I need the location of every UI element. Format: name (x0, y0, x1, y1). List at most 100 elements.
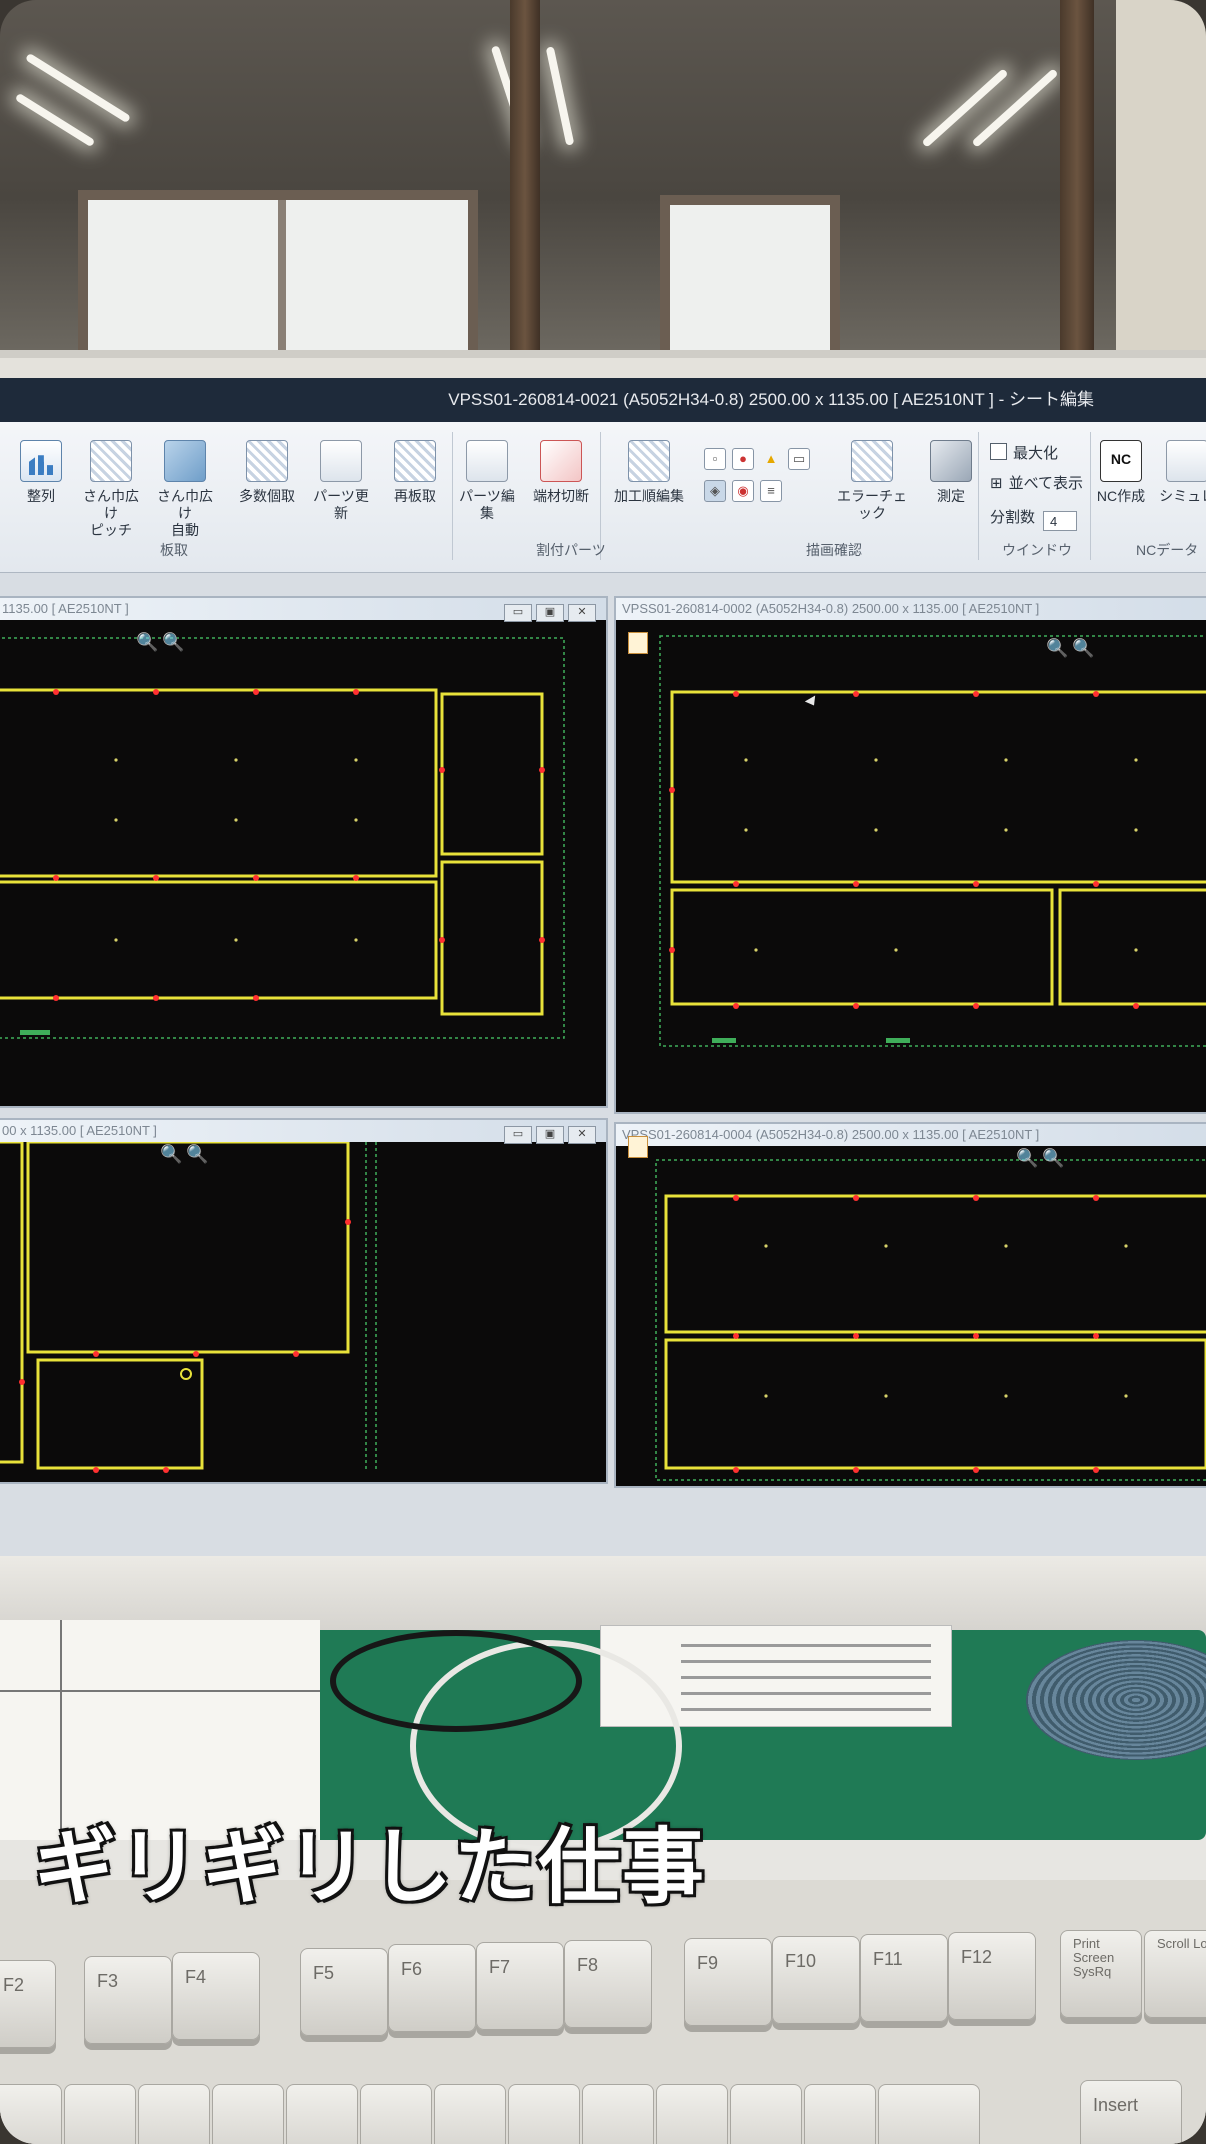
key-f10[interactable]: F10 (772, 1936, 860, 2024)
list-icon[interactable]: ≡ (760, 480, 782, 502)
pane-window-buttons: ▭ ▣ ✕ (500, 600, 596, 622)
cad-canvas[interactable] (616, 1146, 1206, 1486)
key-f11[interactable]: F11 (860, 1934, 948, 2022)
keyboard-key[interactable] (360, 2084, 432, 2144)
key-label: F7 (489, 1957, 511, 1977)
nesting-drawing (659, 635, 1206, 1047)
key-f8[interactable]: F8 (564, 1940, 652, 2028)
key-label: F2 (3, 1975, 25, 1995)
simulate-icon (1166, 440, 1206, 482)
key-label: F12 (961, 1947, 993, 1967)
group-label-nc: NCデータ (1136, 542, 1199, 558)
split-count-spinner[interactable]: 4 (1043, 511, 1078, 531)
error-check-label: エラーチェック (837, 488, 907, 521)
key-scroll-lock[interactable]: Scroll Lock (1144, 1930, 1206, 2018)
pane-titlebar: 1135.00 [ AE2510NT ] ▭ ▣ ✕ (0, 598, 606, 622)
error-check-icon (851, 440, 893, 482)
key-f9[interactable]: F9 (684, 1938, 772, 2026)
pane-title: VPSS01-260814-0002 (A5052H34-0.8) 2500.0… (622, 601, 1040, 616)
keyboard-key[interactable] (582, 2084, 654, 2144)
align-label: 整列 (27, 488, 55, 504)
key-f4[interactable]: F4 (172, 1952, 260, 2040)
zoom-out-icon[interactable]: 🔍 (186, 1144, 208, 1164)
pillar (510, 0, 540, 360)
nesting-drawing (655, 1159, 1206, 1481)
remnant-cut-label: 端材切断 (533, 488, 589, 504)
key-f7[interactable]: F7 (476, 1942, 564, 2030)
wall (1116, 0, 1206, 360)
parts-update-button[interactable]: パーツ更新 (310, 440, 372, 522)
keyboard-key[interactable] (508, 2084, 580, 2144)
keyboard-key[interactable] (64, 2084, 136, 2144)
error-check-button[interactable]: エラーチェック (832, 440, 912, 522)
measure-label: 測定 (937, 488, 965, 504)
pane-title: VPSS01-260814-0004 (A5052H34-0.8) 2500.0… (622, 1127, 1040, 1142)
keyboard-key[interactable] (138, 2084, 210, 2144)
cad-canvas[interactable] (0, 1142, 606, 1482)
measure-button[interactable]: 測定 (920, 440, 982, 505)
zoom-in-icon[interactable]: 🔍 🔍 (160, 1144, 209, 1165)
align-button[interactable]: 整列 (10, 440, 72, 505)
re-nest-label: 再板取 (394, 488, 436, 504)
sheet-pane[interactable]: 1135.00 [ AE2510NT ] ▭ ▣ ✕ 🔍 🔍 (0, 596, 608, 1108)
key-f12[interactable]: F12 (948, 1932, 1036, 2020)
cad-canvas[interactable] (0, 620, 606, 1106)
sheet-pane[interactable]: 00 x 1135.00 [ AE2510NT ] ▭▣✕ 🔍� (0, 1118, 608, 1484)
key-f6[interactable]: F6 (388, 1944, 476, 2032)
photo-scene: VPSS01-260814-0021 (A5052H34-0.8) 2500.0… (0, 0, 1206, 2144)
keyboard-key[interactable] (656, 2084, 728, 2144)
key-insert[interactable]: Insert (1080, 2080, 1182, 2144)
pitch-widen-button[interactable]: さん巾広け ピッチ (80, 440, 142, 539)
sheet-edit-icon (628, 1136, 648, 1158)
key-f5[interactable]: F5 (300, 1948, 388, 2036)
multi-nest-button[interactable]: 多数個取 (236, 440, 298, 505)
refresh-icon (320, 440, 362, 482)
nc-create-button[interactable]: NC作成 (1092, 440, 1150, 505)
warning-icon[interactable]: ▲ (760, 448, 782, 470)
select-icon[interactable]: ◈ (704, 480, 726, 502)
key-print-screen[interactable]: Print Screen SysRq (1060, 1930, 1142, 2018)
remnant-cut-button[interactable]: 端材切断 (530, 440, 592, 505)
lightning-icon (540, 440, 582, 482)
tile-all-button[interactable]: ⊞ 並べて表示 (990, 472, 1083, 493)
zoom-in-icon[interactable]: 🔍 🔍 (1046, 638, 1095, 659)
zoom-in-icon[interactable]: 🔍 🔍 (136, 632, 185, 653)
auto-widen-button[interactable]: さん巾広け 自動 (154, 440, 216, 539)
cable (330, 1630, 582, 1732)
keyboard: F2 F3 F4 F5 F6 F7 F8 F9 F10 F11 F12 Prin… (0, 1880, 1206, 2144)
view-cut-icon[interactable]: ● (732, 448, 754, 470)
group-label-check: 描画確認 (806, 542, 862, 558)
zoom-out-icon[interactable]: 🔍 (1072, 638, 1094, 658)
zoom-out-icon[interactable]: 🔍 (162, 632, 184, 652)
pane-window-buttons: ▭ ▣ ✕ (500, 1122, 596, 1144)
keyboard-key[interactable] (804, 2084, 876, 2144)
keyboard-key[interactable] (878, 2084, 980, 2144)
pane-titlebar: VPSS01-260814-0004 (A5052H34-0.8) 2500.0… (616, 1124, 1206, 1146)
key-f2[interactable]: F2 (0, 1960, 56, 2048)
sheet-edit-icon (628, 632, 648, 654)
cad-canvas[interactable] (616, 620, 1206, 1112)
sheet-pane[interactable]: VPSS01-260814-0004 (A5052H34-0.8) 2500.0… (614, 1122, 1206, 1488)
zoom-in-icon[interactable]: 🔍 🔍 (1016, 1148, 1065, 1169)
process-order-button[interactable]: 加工順編集 (612, 440, 686, 505)
sheet-pane[interactable]: VPSS01-260814-0002 (A5052H34-0.8) 2500.0… (614, 596, 1206, 1114)
keyboard-key[interactable] (212, 2084, 284, 2144)
parts-edit-button[interactable]: パーツ編集 (456, 440, 518, 522)
key-label: F10 (785, 1951, 817, 1971)
re-nest-button[interactable]: 再板取 (384, 440, 446, 505)
keyboard-key[interactable] (730, 2084, 802, 2144)
nesting-drawing (0, 1142, 377, 1473)
keyboard-key[interactable] (0, 2084, 62, 2144)
simulate-button[interactable]: シミュレ (1152, 440, 1206, 505)
red-parts-icon[interactable]: ◉ (732, 480, 754, 502)
caliper-icon (930, 440, 972, 482)
view-parts-icon[interactable]: ▫ (704, 448, 726, 470)
pane-titlebar: 00 x 1135.00 [ AE2510NT ] ▭ ▣ ✕ (0, 1120, 606, 1144)
keyboard-key[interactable] (286, 2084, 358, 2144)
pane-title: 1135.00 [ AE2510NT ] (2, 601, 129, 616)
maximize-checkbox[interactable]: 最大化 (990, 442, 1058, 463)
monitor-icon[interactable]: ▭ (788, 448, 810, 470)
keyboard-key[interactable] (434, 2084, 506, 2144)
key-f3[interactable]: F3 (84, 1956, 172, 2044)
zoom-out-icon[interactable]: 🔍 (1042, 1148, 1064, 1168)
